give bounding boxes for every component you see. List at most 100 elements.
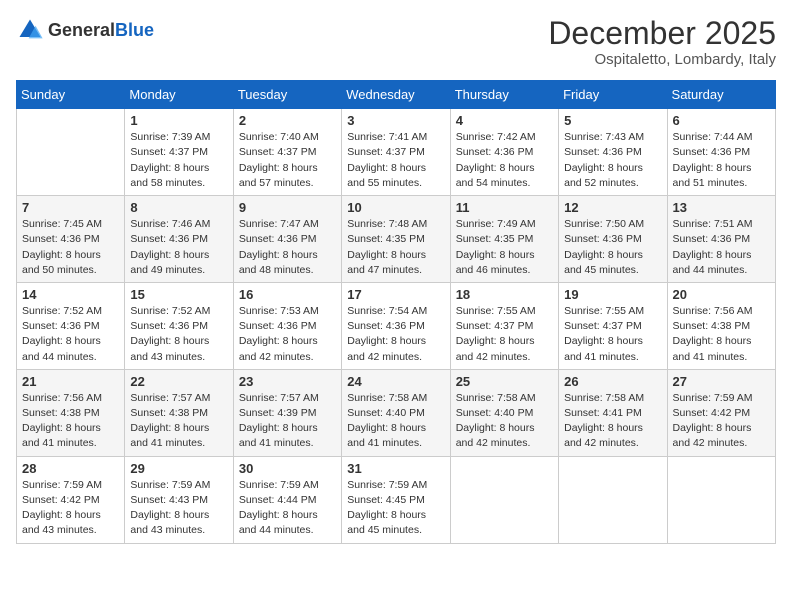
logo-icon	[16, 16, 44, 44]
calendar-day-cell: 29 Sunrise: 7:59 AM Sunset: 4:43 PM Dayli…	[125, 456, 233, 543]
day-info: Sunrise: 7:56 AM Sunset: 4:38 PM Dayligh…	[22, 391, 119, 452]
day-number: 23	[239, 374, 336, 389]
calendar-day-cell: 17 Sunrise: 7:54 AM Sunset: 4:36 PM Dayli…	[342, 282, 450, 369]
day-number: 9	[239, 200, 336, 215]
day-info: Sunrise: 7:55 AM Sunset: 4:37 PM Dayligh…	[564, 304, 661, 365]
day-number: 30	[239, 461, 336, 476]
day-of-week-header: Thursday	[450, 81, 558, 109]
day-info: Sunrise: 7:43 AM Sunset: 4:36 PM Dayligh…	[564, 130, 661, 191]
page-header: GeneralBlue December 2025 Ospitaletto, L…	[16, 16, 776, 68]
location-subtitle: Ospitaletto, Lombardy, Italy	[548, 51, 776, 68]
day-info: Sunrise: 7:42 AM Sunset: 4:36 PM Dayligh…	[456, 130, 553, 191]
day-number: 8	[130, 200, 227, 215]
calendar-header-row: SundayMondayTuesdayWednesdayThursdayFrid…	[17, 81, 776, 109]
calendar-day-cell: 22 Sunrise: 7:57 AM Sunset: 4:38 PM Dayli…	[125, 369, 233, 456]
day-number: 27	[673, 374, 770, 389]
day-info: Sunrise: 7:57 AM Sunset: 4:39 PM Dayligh…	[239, 391, 336, 452]
day-number: 12	[564, 200, 661, 215]
day-info: Sunrise: 7:47 AM Sunset: 4:36 PM Dayligh…	[239, 217, 336, 278]
calendar-day-cell: 23 Sunrise: 7:57 AM Sunset: 4:39 PM Dayli…	[233, 369, 341, 456]
calendar-day-cell: 28Sunrise: 7:59 AM Sunset: 4:42 PM Dayli…	[17, 456, 125, 543]
calendar-day-cell	[559, 456, 667, 543]
calendar-day-cell: 26 Sunrise: 7:58 AM Sunset: 4:41 PM Dayli…	[559, 369, 667, 456]
day-info: Sunrise: 7:58 AM Sunset: 4:40 PM Dayligh…	[347, 391, 444, 452]
day-number: 2	[239, 113, 336, 128]
day-info: Sunrise: 7:52 AM Sunset: 4:36 PM Dayligh…	[130, 304, 227, 365]
calendar-week-row: 14 Sunrise: 7:52 AM Sunset: 4:36 PM Dayli…	[17, 282, 776, 369]
calendar-day-cell: 21 Sunrise: 7:56 AM Sunset: 4:38 PM Dayli…	[17, 369, 125, 456]
calendar-week-row: 28Sunrise: 7:59 AM Sunset: 4:42 PM Dayli…	[17, 456, 776, 543]
day-number: 26	[564, 374, 661, 389]
calendar-week-row: 7 Sunrise: 7:45 AM Sunset: 4:36 PM Daylig…	[17, 196, 776, 283]
calendar-day-cell: 25 Sunrise: 7:58 AM Sunset: 4:40 PM Dayli…	[450, 369, 558, 456]
day-info: Sunrise: 7:41 AM Sunset: 4:37 PM Dayligh…	[347, 130, 444, 191]
logo-text-general: General	[48, 20, 115, 40]
day-number: 1	[130, 113, 227, 128]
day-info: Sunrise: 7:59 AM Sunset: 4:42 PM Dayligh…	[673, 391, 770, 452]
day-number: 22	[130, 374, 227, 389]
title-block: December 2025 Ospitaletto, Lombardy, Ita…	[548, 16, 776, 68]
day-info: Sunrise: 7:49 AM Sunset: 4:35 PM Dayligh…	[456, 217, 553, 278]
calendar-day-cell: 10 Sunrise: 7:48 AM Sunset: 4:35 PM Dayli…	[342, 196, 450, 283]
day-number: 15	[130, 287, 227, 302]
calendar-day-cell: 20 Sunrise: 7:56 AM Sunset: 4:38 PM Dayli…	[667, 282, 775, 369]
calendar-day-cell: 16 Sunrise: 7:53 AM Sunset: 4:36 PM Dayli…	[233, 282, 341, 369]
logo-text-blue: Blue	[115, 20, 154, 40]
calendar-day-cell: 31Sunrise: 7:59 AM Sunset: 4:45 PM Dayli…	[342, 456, 450, 543]
calendar-day-cell: 8 Sunrise: 7:46 AM Sunset: 4:36 PM Daylig…	[125, 196, 233, 283]
calendar-day-cell: 14 Sunrise: 7:52 AM Sunset: 4:36 PM Dayli…	[17, 282, 125, 369]
day-number: 21	[22, 374, 119, 389]
day-info: Sunrise: 7:59 AM Sunset: 4:43 PM Dayligh…	[130, 478, 227, 539]
day-info: Sunrise: 7:56 AM Sunset: 4:38 PM Dayligh…	[673, 304, 770, 365]
day-info: Sunrise: 7:39 AM Sunset: 4:37 PM Dayligh…	[130, 130, 227, 191]
day-info: Sunrise: 7:54 AM Sunset: 4:36 PM Dayligh…	[347, 304, 444, 365]
day-info: Sunrise: 7:52 AM Sunset: 4:36 PM Dayligh…	[22, 304, 119, 365]
day-info: Sunrise: 7:45 AM Sunset: 4:36 PM Dayligh…	[22, 217, 119, 278]
day-number: 5	[564, 113, 661, 128]
calendar-day-cell	[667, 456, 775, 543]
day-info: Sunrise: 7:51 AM Sunset: 4:36 PM Dayligh…	[673, 217, 770, 278]
day-number: 20	[673, 287, 770, 302]
day-info: Sunrise: 7:58 AM Sunset: 4:40 PM Dayligh…	[456, 391, 553, 452]
day-info: Sunrise: 7:57 AM Sunset: 4:38 PM Dayligh…	[130, 391, 227, 452]
day-number: 25	[456, 374, 553, 389]
day-of-week-header: Wednesday	[342, 81, 450, 109]
day-number: 11	[456, 200, 553, 215]
calendar-day-cell: 24 Sunrise: 7:58 AM Sunset: 4:40 PM Dayli…	[342, 369, 450, 456]
calendar-day-cell: 6Sunrise: 7:44 AM Sunset: 4:36 PM Daylig…	[667, 109, 775, 196]
day-info: Sunrise: 7:46 AM Sunset: 4:36 PM Dayligh…	[130, 217, 227, 278]
calendar-day-cell: 30 Sunrise: 7:59 AM Sunset: 4:44 PM Dayli…	[233, 456, 341, 543]
calendar-day-cell: 5 Sunrise: 7:43 AM Sunset: 4:36 PM Daylig…	[559, 109, 667, 196]
calendar-day-cell: 3 Sunrise: 7:41 AM Sunset: 4:37 PM Daylig…	[342, 109, 450, 196]
day-number: 10	[347, 200, 444, 215]
logo: GeneralBlue	[16, 16, 154, 44]
day-number: 29	[130, 461, 227, 476]
day-number: 16	[239, 287, 336, 302]
calendar-week-row: 1 Sunrise: 7:39 AM Sunset: 4:37 PM Daylig…	[17, 109, 776, 196]
calendar-day-cell: 2Sunrise: 7:40 AM Sunset: 4:37 PM Daylig…	[233, 109, 341, 196]
day-info: Sunrise: 7:55 AM Sunset: 4:37 PM Dayligh…	[456, 304, 553, 365]
calendar-day-cell: 7 Sunrise: 7:45 AM Sunset: 4:36 PM Daylig…	[17, 196, 125, 283]
day-info: Sunrise: 7:48 AM Sunset: 4:35 PM Dayligh…	[347, 217, 444, 278]
day-info: Sunrise: 7:58 AM Sunset: 4:41 PM Dayligh…	[564, 391, 661, 452]
day-number: 17	[347, 287, 444, 302]
calendar-day-cell	[17, 109, 125, 196]
day-number: 6	[673, 113, 770, 128]
calendar-day-cell: 15 Sunrise: 7:52 AM Sunset: 4:36 PM Dayli…	[125, 282, 233, 369]
day-number: 24	[347, 374, 444, 389]
calendar-week-row: 21 Sunrise: 7:56 AM Sunset: 4:38 PM Dayli…	[17, 369, 776, 456]
calendar-day-cell: 4Sunrise: 7:42 AM Sunset: 4:36 PM Daylig…	[450, 109, 558, 196]
calendar-day-cell: 9 Sunrise: 7:47 AM Sunset: 4:36 PM Daylig…	[233, 196, 341, 283]
calendar-day-cell: 1 Sunrise: 7:39 AM Sunset: 4:37 PM Daylig…	[125, 109, 233, 196]
day-info: Sunrise: 7:59 AM Sunset: 4:44 PM Dayligh…	[239, 478, 336, 539]
calendar-day-cell: 19Sunrise: 7:55 AM Sunset: 4:37 PM Dayli…	[559, 282, 667, 369]
calendar-table: SundayMondayTuesdayWednesdayThursdayFrid…	[16, 80, 776, 543]
day-of-week-header: Tuesday	[233, 81, 341, 109]
day-number: 7	[22, 200, 119, 215]
calendar-day-cell: 12Sunrise: 7:50 AM Sunset: 4:36 PM Dayli…	[559, 196, 667, 283]
day-number: 3	[347, 113, 444, 128]
day-info: Sunrise: 7:53 AM Sunset: 4:36 PM Dayligh…	[239, 304, 336, 365]
day-of-week-header: Sunday	[17, 81, 125, 109]
calendar-day-cell: 18Sunrise: 7:55 AM Sunset: 4:37 PM Dayli…	[450, 282, 558, 369]
day-number: 14	[22, 287, 119, 302]
